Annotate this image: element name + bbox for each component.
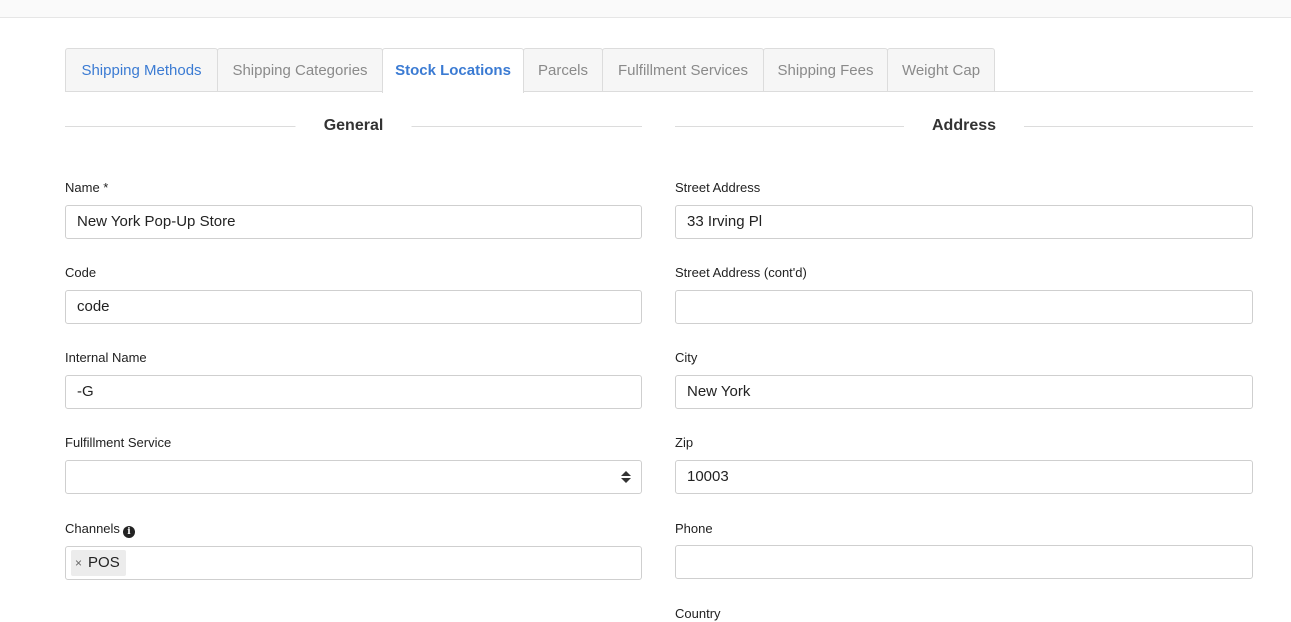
select-arrows-icon (621, 470, 631, 484)
code-label: Code (65, 265, 97, 280)
city-input[interactable]: New York (675, 375, 1253, 409)
general-section-header: General (65, 116, 642, 136)
tab-stock-locations[interactable]: Stock Locations (382, 48, 524, 93)
phone-input[interactable] (675, 545, 1253, 579)
internal-name-input[interactable]: -G (65, 375, 642, 409)
tab-bar: Shipping Methods Shipping Categories Sto… (65, 48, 1253, 93)
street-address-2-label: Street Address (cont'd) (675, 265, 807, 280)
channels-label: Channels (65, 521, 120, 536)
channels-multiselect[interactable]: × POS (65, 546, 642, 580)
zip-label: Zip (675, 435, 694, 450)
internal-name-label: Internal Name (65, 350, 147, 365)
country-label: Country (675, 606, 721, 621)
tab-parcels[interactable]: Parcels (523, 48, 603, 91)
tab-shipping-fees[interactable]: Shipping Fees (763, 48, 888, 91)
fulfillment-service-select[interactable] (65, 460, 642, 494)
tab-fulfillment-services[interactable]: Fulfillment Services (602, 48, 764, 91)
remove-tag-icon[interactable]: × (75, 556, 82, 570)
channels-label-row: Channels i (65, 521, 135, 538)
phone-label: Phone (675, 521, 713, 536)
general-section-title: General (307, 117, 400, 134)
street-address-2-input[interactable] (675, 290, 1253, 324)
zip-input[interactable]: 10003 (675, 460, 1253, 494)
top-bar (0, 0, 1291, 18)
tab-weight-cap[interactable]: Weight Cap (887, 48, 995, 91)
city-label: City (675, 350, 698, 365)
address-section-header: Address (675, 116, 1253, 136)
tab-shipping-categories[interactable]: Shipping Categories (217, 48, 383, 91)
name-label: Name * (65, 180, 109, 195)
channel-tag-label: POS (88, 554, 120, 571)
address-section-title: Address (915, 117, 1013, 134)
tab-shipping-methods[interactable]: Shipping Methods (65, 48, 218, 91)
name-input[interactable]: New York Pop-Up Store (65, 205, 642, 239)
code-input[interactable]: code (65, 290, 642, 324)
street-address-label: Street Address (675, 180, 761, 195)
info-icon[interactable]: i (122, 526, 135, 538)
fulfillment-service-label: Fulfillment Service (65, 435, 172, 450)
street-address-input[interactable]: 33 Irving Pl (675, 205, 1253, 239)
channel-tag: × POS (71, 550, 126, 576)
